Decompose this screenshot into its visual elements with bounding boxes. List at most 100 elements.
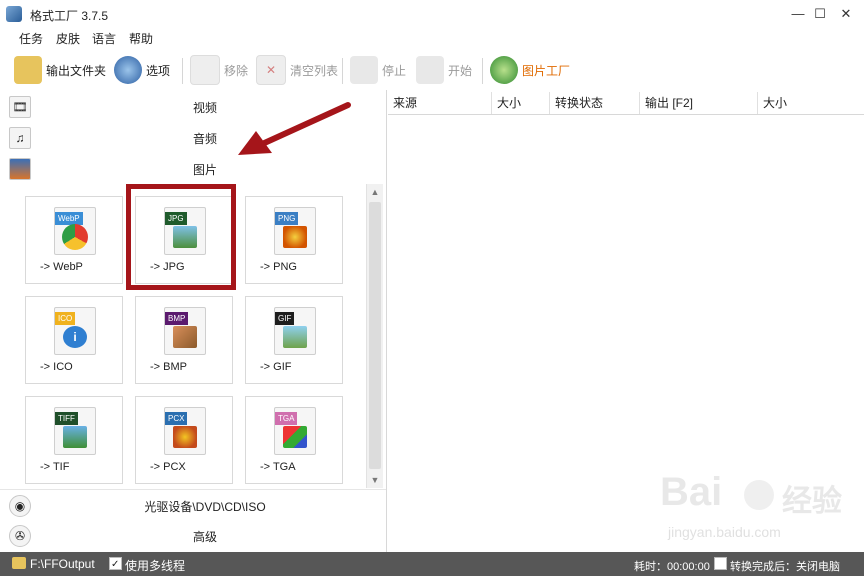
output-folder-button[interactable]: 输出文件夹 xyxy=(14,54,106,86)
watermark-brand-suffix: 经验 xyxy=(782,485,842,518)
category-advanced-label: 高级 xyxy=(192,530,217,544)
column-output-size[interactable]: 大小 xyxy=(758,92,864,114)
multithread-label: 使用多线程 xyxy=(125,559,186,573)
shapes-image-icon xyxy=(283,426,307,448)
window-title: 格式工厂 3.7.5 xyxy=(30,9,109,23)
menu-bar: 任务 皮肤 语言 帮助 xyxy=(0,28,864,48)
tile-tif-label: -> TIF xyxy=(40,461,70,473)
remove-button[interactable]: 移除 xyxy=(190,54,248,86)
clear-list-button[interactable]: ✕ 清空列表 xyxy=(256,54,338,86)
tile-to-gif[interactable]: GIF -> GIF xyxy=(245,296,343,384)
stop-icon xyxy=(350,56,378,84)
ico-tag: ICO xyxy=(55,312,76,325)
flower-image-icon xyxy=(283,226,307,248)
toolbar: 输出文件夹 选项 移除 ✕ 清空列表 停止 开始 图片工厂 xyxy=(0,50,864,90)
tile-ico-label: -> ICO xyxy=(40,361,73,373)
png-file-icon: PNG xyxy=(274,207,316,255)
clear-list-icon: ✕ xyxy=(256,55,286,85)
bmp-tag: BMP xyxy=(165,312,189,325)
tile-to-tga[interactable]: TGA -> TGA xyxy=(245,396,343,484)
tile-png-label: -> PNG xyxy=(260,261,297,273)
annotation-arrow xyxy=(238,102,351,155)
shutdown-checkbox[interactable] xyxy=(714,557,727,573)
elapsed-time: 耗时：00:00:00 xyxy=(634,561,710,573)
stop-button[interactable]: 停止 xyxy=(350,54,406,86)
multithread-checkbox[interactable] xyxy=(109,557,122,572)
start-button[interactable]: 开始 xyxy=(416,54,472,86)
tile-to-tif[interactable]: TIFF -> TIF xyxy=(25,396,123,484)
tile-webp-label: -> WebP xyxy=(40,261,83,273)
tile-to-pcx[interactable]: PCX -> PCX xyxy=(135,396,233,484)
tga-tag: TGA xyxy=(275,412,298,425)
menu-help[interactable]: 帮助 xyxy=(129,30,153,47)
toolbar-separator xyxy=(482,58,483,84)
scroll-down-arrow-icon[interactable]: ▼ xyxy=(367,472,383,488)
menu-language[interactable]: 语言 xyxy=(92,30,116,47)
maximize-button[interactable]: ☐ xyxy=(808,4,832,24)
paint-brush-icon xyxy=(173,326,197,348)
scroll-up-arrow-icon[interactable]: ▲ xyxy=(367,184,383,200)
magnifier-icon xyxy=(490,56,518,84)
toolbar-separator xyxy=(342,58,343,84)
category-rom-device[interactable]: ◉ 光驱设备\DVD\CD\ISO xyxy=(0,489,386,521)
title-bar: 格式工厂 3.7.5 — ☐ ✕ xyxy=(0,0,864,28)
clear-list-label: 清空列表 xyxy=(290,63,339,78)
minimize-button[interactable]: — xyxy=(786,4,810,24)
toolbar-separator xyxy=(182,58,183,84)
landscape-image-icon xyxy=(63,426,87,448)
tile-to-bmp[interactable]: BMP -> BMP xyxy=(135,296,233,384)
category-rom-label: 光驱设备\DVD\CD\ISO xyxy=(144,500,266,514)
remove-label: 移除 xyxy=(224,63,249,78)
column-size[interactable]: 大小 xyxy=(492,92,550,114)
webp-file-icon: WebP xyxy=(54,207,96,255)
watermark-url: jingyan.baidu.com xyxy=(668,524,781,540)
options-button[interactable]: 选项 xyxy=(114,54,170,86)
status-bar: F:\FFOutput 使用多线程 耗时：00:00:00 转换完成后：关闭电脑 xyxy=(0,552,864,576)
column-source[interactable]: 来源 xyxy=(388,92,492,114)
image-factory-button[interactable]: 图片工厂 xyxy=(490,54,570,86)
tiff-tag: TIFF xyxy=(55,412,78,425)
menu-skin[interactable]: 皮肤 xyxy=(56,30,80,47)
after-done-label: 转换完成后：关闭电脑 xyxy=(730,561,840,573)
tile-pcx-label: -> PCX xyxy=(150,461,186,473)
scroll-thumb[interactable] xyxy=(369,202,381,469)
tif-file-icon: TIFF xyxy=(54,407,96,455)
baidu-watermark: Bai 经验 jingyan.baidu.com xyxy=(660,470,860,550)
tile-tga-label: -> TGA xyxy=(260,461,296,473)
starburst-image-icon xyxy=(173,426,197,448)
tile-scrollbar[interactable]: ▲ ▼ xyxy=(366,184,383,488)
webp-tag: WebP xyxy=(55,212,83,225)
folder-icon xyxy=(14,56,42,84)
tile-gif-label: -> GIF xyxy=(260,361,292,373)
tile-to-png[interactable]: PNG -> PNG xyxy=(245,196,343,284)
remove-file-icon xyxy=(190,55,220,85)
stop-label: 停止 xyxy=(382,63,407,78)
category-advanced[interactable]: ✇ 高级 xyxy=(0,520,386,551)
bmp-file-icon: BMP xyxy=(164,307,206,355)
paw-logo-icon xyxy=(744,480,774,510)
tile-bmp-label: -> BMP xyxy=(150,361,187,373)
menu-task[interactable]: 任务 xyxy=(19,30,43,47)
info-icon: i xyxy=(63,326,87,348)
pcx-tag: PCX xyxy=(165,412,188,425)
png-tag: PNG xyxy=(275,212,299,225)
start-icon xyxy=(416,56,444,84)
folder-icon xyxy=(12,557,26,569)
pcx-file-icon: PCX xyxy=(164,407,206,455)
gif-file-icon: GIF xyxy=(274,307,316,355)
column-status[interactable]: 转换状态 xyxy=(550,92,640,114)
start-label: 开始 xyxy=(448,63,473,78)
column-output[interactable]: 输出 [F2] xyxy=(640,92,758,114)
tile-to-ico[interactable]: ICO i -> ICO xyxy=(25,296,123,384)
close-button[interactable]: ✕ xyxy=(834,4,858,24)
highlight-frame xyxy=(126,184,236,290)
gear-icon xyxy=(114,56,142,84)
tga-file-icon: TGA xyxy=(274,407,316,455)
output-folder-label: 输出文件夹 xyxy=(46,63,107,78)
watermark-brand: Bai xyxy=(660,470,723,514)
gif-tag: GIF xyxy=(275,312,295,325)
options-label: 选项 xyxy=(146,63,171,78)
tile-to-webp[interactable]: WebP -> WebP xyxy=(25,196,123,284)
ico-file-icon: ICO i xyxy=(54,307,96,355)
output-path[interactable]: F:\FFOutput xyxy=(30,557,95,571)
